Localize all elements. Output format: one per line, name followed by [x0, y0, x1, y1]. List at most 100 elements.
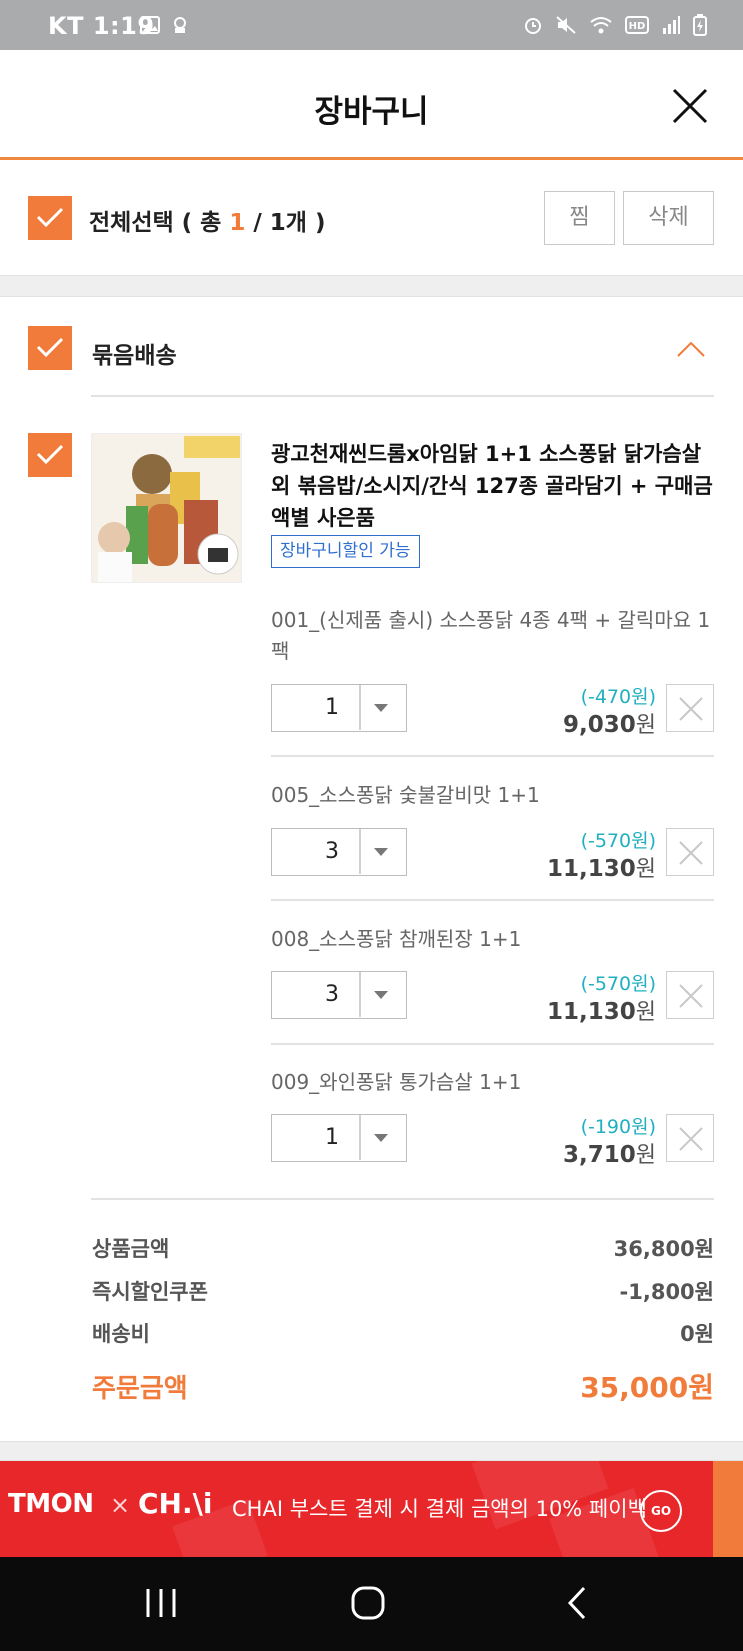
select-all-checkbox[interactable] [28, 196, 72, 240]
dropdown-arrow-icon [374, 991, 388, 999]
remove-option-button[interactable] [666, 684, 714, 732]
header: 장바구니 [0, 50, 743, 160]
quantity-select[interactable]: 3 [271, 828, 407, 876]
image-icon [140, 16, 160, 34]
check-icon [36, 337, 64, 358]
section-divider [0, 1441, 743, 1461]
quantity-value: 3 [325, 982, 339, 1007]
delete-button[interactable]: 삭제 [623, 191, 714, 245]
option-price: 11,130원 [547, 851, 656, 883]
banner-stripe [713, 1461, 743, 1557]
quantity-select[interactable]: 3 [271, 971, 407, 1019]
check-icon [36, 207, 64, 228]
option-discount: (-570원) [580, 830, 656, 852]
option-price: 9,030원 [563, 707, 656, 739]
select-all-label: 전체선택 ( 총 1 / 1개 ) [89, 203, 325, 237]
close-icon [672, 88, 708, 124]
wish-button[interactable]: 찜 [544, 191, 615, 245]
quantity-select[interactable]: 1 [271, 684, 407, 732]
wifi-icon [590, 17, 612, 34]
divider [271, 755, 714, 757]
banner-x: × [110, 1491, 131, 1519]
summary-label-shipping: 배송비 [92, 1322, 150, 1346]
remove-option-button[interactable] [666, 1114, 714, 1162]
cart-discount-badge: 장바구니할인 가능 [271, 535, 420, 568]
app-icon [174, 17, 186, 33]
remove-option-button[interactable] [666, 971, 714, 1019]
quantity-select[interactable]: 1 [271, 1114, 407, 1162]
tmon-logo: TMON [8, 1489, 94, 1519]
product-title[interactable]: 광고천재씬드롬x아임닭 1+1 소스퐁닭 닭가슴살 외 볶음밥/소시지/간식 1… [271, 438, 721, 534]
option-price: 3,710원 [563, 1137, 656, 1169]
chevron-up-icon[interactable] [676, 340, 706, 358]
close-icon [679, 841, 703, 865]
go-button[interactable]: GO [640, 1490, 682, 1532]
svg-text:HD: HD [629, 21, 646, 32]
option-price-value: 3,710 [562, 1142, 636, 1168]
summary-value-subtotal: 36,800원 [613, 1237, 714, 1261]
price-unit: 원 [635, 1000, 656, 1025]
signal-icon [663, 16, 680, 34]
option-name: 005_소스퐁닭 숯불갈비맛 1+1 [271, 783, 540, 807]
select-all-suffix: / 1개 ) [245, 210, 326, 236]
option-name: 001_(신제품 출시) 소스퐁닭 4종 4팩 + 갈릭마요 1팩 [271, 608, 711, 663]
close-icon [679, 697, 703, 721]
alarm-icon [525, 18, 541, 34]
option-price-value: 11,130 [546, 999, 636, 1025]
option-discount: (-470원) [580, 686, 656, 708]
back-icon[interactable] [566, 1586, 588, 1620]
summary-label-coupon: 즉시할인쿠폰 [92, 1280, 208, 1304]
page-title: 장바구니 [314, 94, 429, 130]
home-icon[interactable] [350, 1585, 386, 1621]
dropdown-arrow-icon [374, 1134, 388, 1142]
close-icon [679, 984, 703, 1008]
status-time: KT 1:19 [48, 12, 155, 40]
quantity-value: 3 [325, 839, 339, 864]
price-unit: 원 [635, 1143, 656, 1168]
select-all-prefix: 전체선택 ( 총 [89, 210, 230, 236]
option-price: 11,130원 [547, 994, 656, 1026]
selected-count: 1 [229, 210, 246, 236]
android-nav-bar [0, 1557, 743, 1651]
recent-apps-icon[interactable] [144, 1587, 178, 1619]
quantity-separator [359, 972, 361, 1017]
close-button[interactable] [670, 86, 710, 126]
divider [271, 1043, 714, 1045]
chai-logo: CH.\i [138, 1487, 213, 1520]
summary-label-subtotal: 상품금액 [92, 1237, 170, 1261]
summary-value-coupon: -1,800원 [619, 1280, 714, 1304]
status-icons: HD [523, 14, 707, 36]
divider [271, 899, 714, 901]
hd-icon: HD [625, 16, 649, 34]
promo-banner[interactable]: TMON × CH.\i CHAI 부스트 결제 시 결제 금액의 10% 페이… [0, 1461, 743, 1557]
dropdown-arrow-icon [374, 848, 388, 856]
battery-icon [693, 14, 707, 36]
option-discount: (-190원) [580, 1116, 656, 1138]
product-checkbox[interactable] [28, 433, 72, 477]
mute-icon [556, 16, 576, 34]
total-label: 주문금액 [92, 1374, 188, 1404]
remove-option-button[interactable] [666, 828, 714, 876]
quantity-separator [359, 829, 361, 874]
quantity-value: 1 [325, 695, 339, 720]
quantity-value: 1 [325, 1125, 339, 1150]
summary-value-shipping: 0원 [680, 1322, 714, 1346]
status-bar: KT 1:19 HD [0, 0, 743, 50]
total-value: 35,000원 [580, 1371, 714, 1404]
option-discount: (-570원) [580, 973, 656, 995]
option-name: 009_와인퐁닭 통가슴살 1+1 [271, 1070, 522, 1094]
product-thumbnail[interactable] [91, 433, 242, 583]
bundle-checkbox[interactable] [28, 326, 72, 370]
product-image [92, 434, 241, 582]
divider [91, 1198, 714, 1200]
quantity-separator [359, 685, 361, 730]
check-icon [36, 444, 64, 465]
option-price-value: 9,030 [562, 712, 636, 738]
price-unit: 원 [635, 713, 656, 738]
price-unit: 원 [635, 857, 656, 882]
close-icon [679, 1127, 703, 1151]
option-price-value: 11,130 [546, 856, 636, 882]
bundle-label: 묶음배송 [92, 343, 177, 369]
divider [91, 395, 714, 397]
dropdown-arrow-icon [374, 704, 388, 712]
